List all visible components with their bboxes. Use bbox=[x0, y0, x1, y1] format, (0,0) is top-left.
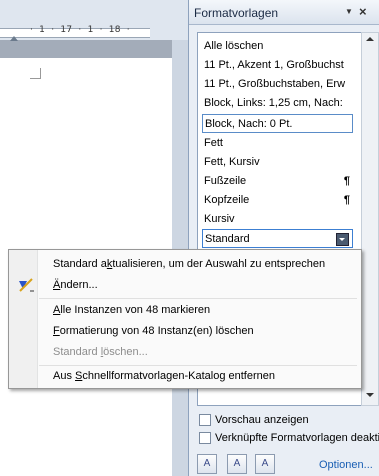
horizontal-ruler[interactable]: · 1 · 17 · 1 · 18 · bbox=[0, 0, 188, 41]
scroll-down-icon[interactable] bbox=[366, 393, 374, 397]
options-link[interactable]: Optionen... bbox=[319, 459, 373, 471]
preview-checkbox-row[interactable]: Vorschau anzeigen bbox=[199, 414, 309, 430]
tab-stop-marker[interactable] bbox=[10, 36, 18, 41]
modify-style-icon bbox=[19, 278, 34, 292]
scroll-up-icon[interactable] bbox=[366, 37, 374, 41]
style-item[interactable]: 11 Pt., Großbuchstaben, Erw bbox=[204, 75, 354, 94]
close-icon[interactable]: × bbox=[359, 4, 367, 19]
linked-styles-checkbox[interactable] bbox=[199, 432, 211, 445]
style-item[interactable]: Fett bbox=[204, 134, 354, 153]
margin-corner-mark bbox=[30, 68, 41, 79]
menu-item-modify[interactable]: Ändern... bbox=[53, 274, 98, 296]
pane-options-dropdown-icon[interactable]: ▼ bbox=[345, 7, 353, 16]
menu-icon-column bbox=[9, 250, 38, 388]
menu-item-select-all-instances[interactable]: Alle Instanzen von 48 markieren bbox=[53, 299, 210, 321]
paragraph-style-icon: ¶ bbox=[343, 175, 350, 187]
style-context-menu: Standard aktualisieren, um der Auswahl z… bbox=[8, 249, 362, 389]
linked-styles-checkbox-row[interactable]: Verknüpfte Formatvorlagen deaktiv bbox=[199, 432, 379, 448]
menu-item-remove-from-gallery[interactable]: Aus Schnellformatvorlagen-Katalog entfer… bbox=[53, 365, 275, 387]
menu-item-delete-style: Standard löschen... bbox=[53, 346, 148, 358]
pane-title: Formatvorlagen bbox=[194, 6, 279, 20]
menu-item-update-style[interactable]: Standard aktualisieren, um der Auswahl z… bbox=[53, 253, 325, 275]
pane-header: Formatvorlagen ▼ × bbox=[189, 0, 379, 25]
styles-task-pane: Formatvorlagen ▼ × Alle löschen 11 Pt., … bbox=[188, 0, 379, 476]
style-inspector-icon[interactable]: A bbox=[227, 454, 247, 474]
style-item[interactable]: Kursiv bbox=[204, 210, 354, 229]
style-item[interactable]: Fußzeile ¶ bbox=[204, 172, 354, 191]
new-style-icon[interactable]: A bbox=[197, 454, 217, 474]
manage-styles-icon[interactable]: A bbox=[255, 454, 275, 474]
style-list-scrollbar[interactable] bbox=[361, 32, 379, 406]
style-item[interactable]: Fett, Kursiv bbox=[204, 153, 354, 172]
style-item[interactable]: 11 Pt., Akzent 1, Großbuchst bbox=[204, 56, 354, 75]
style-item[interactable]: Kopfzeile ¶ bbox=[204, 191, 354, 210]
style-item-selected[interactable]: Standard bbox=[202, 229, 353, 248]
preview-checkbox[interactable] bbox=[199, 414, 211, 427]
style-item[interactable]: Block, Nach: 0 Pt. bbox=[202, 114, 353, 133]
style-item[interactable]: Block, Links: 1,25 cm, Nach: bbox=[204, 94, 354, 113]
paragraph-style-icon: ¶ bbox=[343, 194, 350, 206]
document-area: · 1 · 17 · 1 · 18 · bbox=[0, 0, 188, 476]
style-dropdown-button[interactable] bbox=[336, 233, 349, 246]
ruler-numbers: · 1 · 17 · 1 · 18 · bbox=[30, 25, 130, 35]
style-item[interactable]: Alle löschen bbox=[204, 37, 354, 56]
menu-item-clear-formatting[interactable]: Formatierung von 48 Instanz(en) löschen bbox=[53, 320, 254, 342]
